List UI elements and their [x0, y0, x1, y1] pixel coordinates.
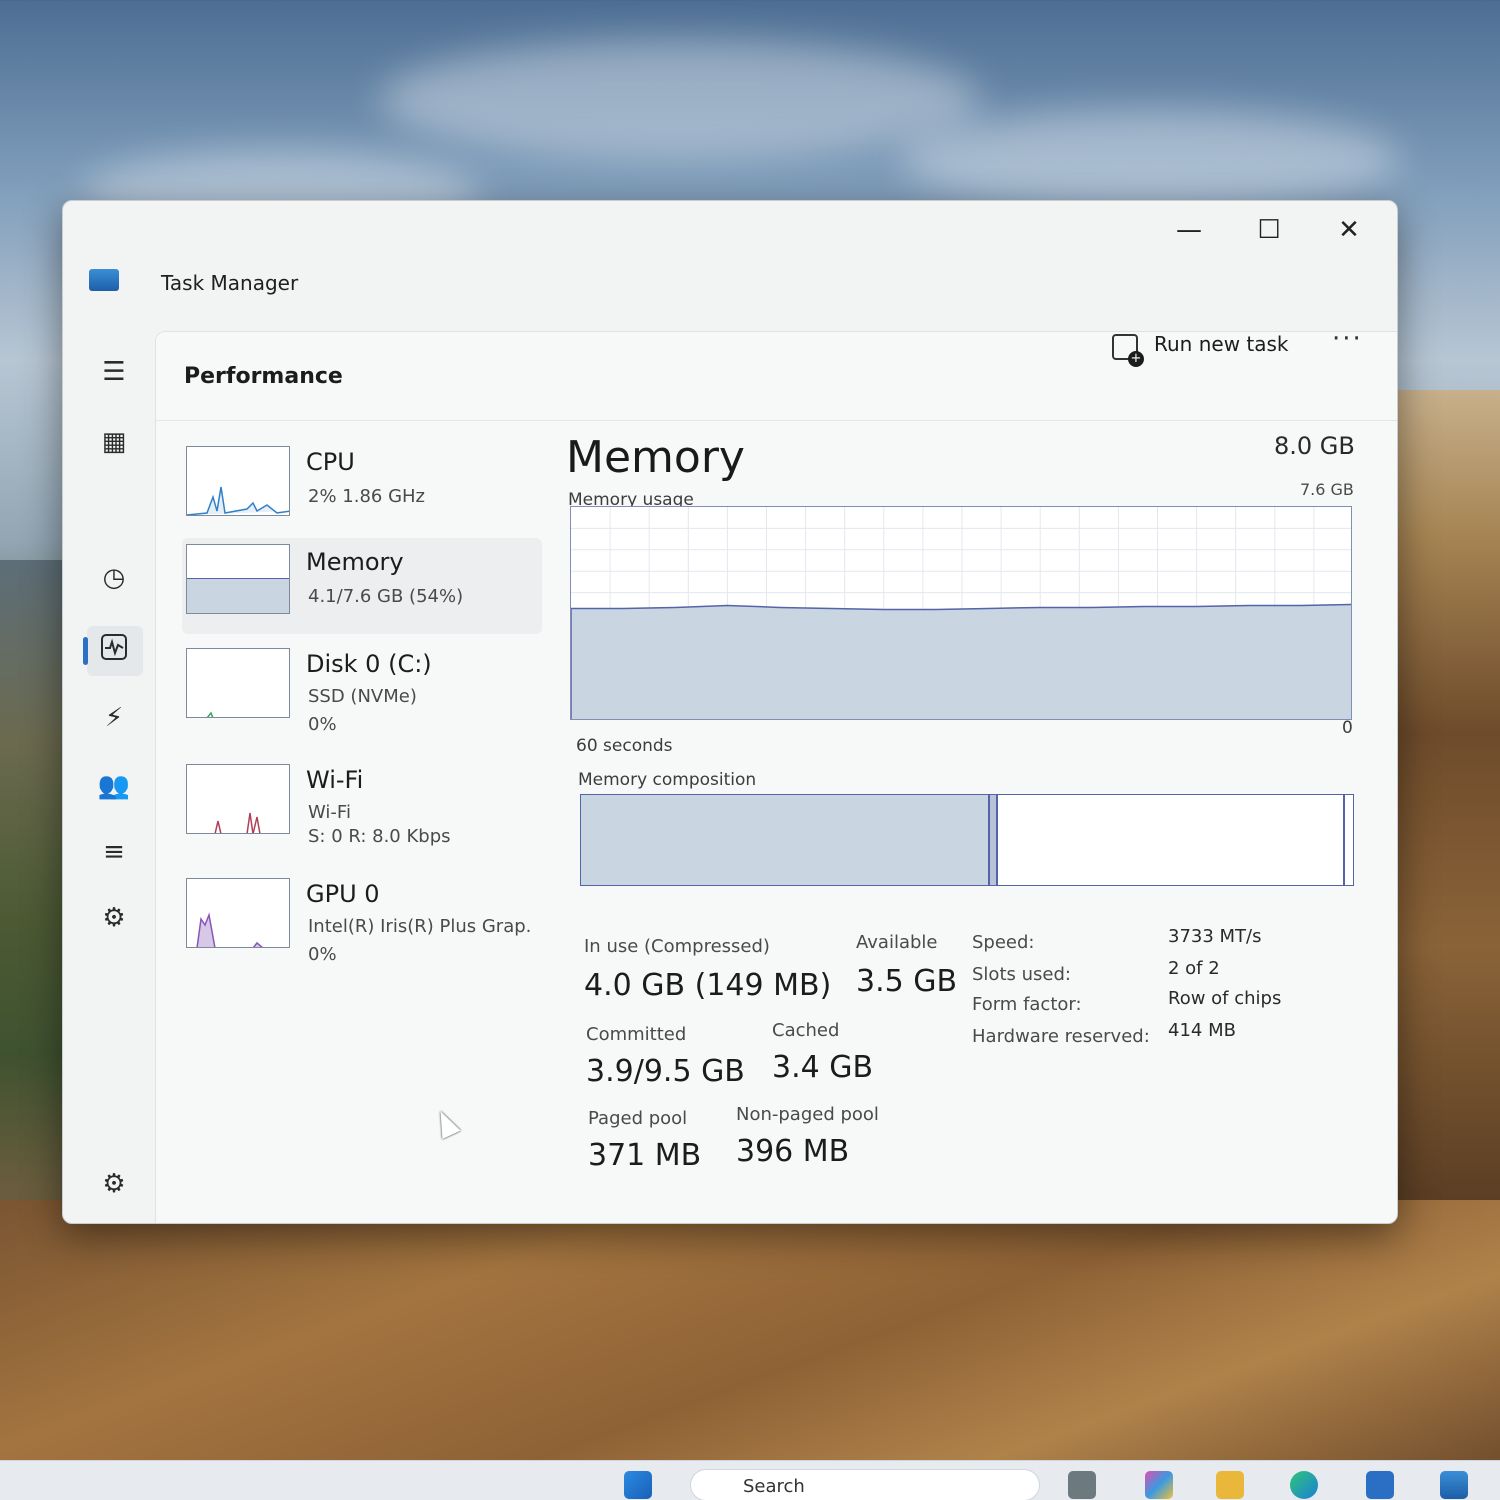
non-paged-pool-label: Non-paged pool: [736, 1104, 879, 1125]
file-explorer-icon[interactable]: [1216, 1471, 1244, 1499]
hw-reserved-value: 414 MB: [1168, 1020, 1236, 1041]
hw-slots-label: Slots used:: [972, 964, 1071, 985]
hw-slots-value: 2 of 2: [1168, 958, 1220, 979]
device-utilization: 0%: [308, 714, 337, 735]
close-button[interactable]: ✕: [1329, 215, 1369, 247]
available-value: 3.5 GB: [856, 964, 958, 999]
non-paged-pool-value: 396 MB: [736, 1134, 850, 1169]
page-title: Performance: [184, 364, 343, 389]
taskbar: Search: [0, 1460, 1500, 1500]
memory-usage-graph: [570, 506, 1352, 720]
details-icon[interactable]: ≡: [97, 835, 131, 869]
maximize-button[interactable]: ☐: [1249, 215, 1289, 247]
window-title: Task Manager: [161, 271, 299, 295]
composition-in-use: [581, 795, 991, 885]
services-icon[interactable]: ⚙: [97, 901, 131, 935]
device-name: Memory: [306, 548, 404, 576]
run-new-task-label: Run new task: [1154, 332, 1289, 356]
device-cpu[interactable]: CPU 2% 1.86 GHz: [182, 440, 542, 536]
device-throughput: S: 0 R: 8.0 Kbps: [308, 826, 451, 847]
store-icon[interactable]: [1366, 1471, 1394, 1499]
paged-pool-label: Paged pool: [588, 1108, 688, 1129]
memory-usage-max: 7.6 GB: [1300, 480, 1354, 499]
start-icon[interactable]: [624, 1471, 652, 1499]
device-name: Wi-Fi: [306, 766, 364, 794]
hw-speed-label: Speed:: [972, 932, 1035, 953]
paged-pool-value: 371 MB: [588, 1138, 702, 1173]
device-wifi[interactable]: Wi-Fi Wi-Fi S: 0 R: 8.0 Kbps: [182, 758, 542, 854]
mouse-cursor-icon: [431, 1106, 461, 1140]
device-detail: SSD (NVMe): [308, 686, 417, 707]
memory-composition-label: Memory composition: [578, 770, 757, 790]
wifi-thumbnail: [186, 764, 290, 834]
more-options-button[interactable]: ···: [1332, 324, 1363, 354]
device-name: CPU: [306, 448, 355, 476]
device-detail: Wi-Fi: [308, 802, 351, 823]
widget-icon[interactable]: [1068, 1471, 1096, 1499]
hw-speed-value: 3733 MT/s: [1168, 926, 1262, 947]
disk-thumbnail: [186, 648, 290, 718]
in-use-value: 4.0 GB (149 MB): [584, 968, 832, 1003]
memory-heading: Memory: [566, 432, 745, 483]
copilot-icon[interactable]: [1145, 1471, 1173, 1499]
device-gpu[interactable]: GPU 0 Intel(R) Iris(R) Plus Grap. 0%: [182, 872, 542, 968]
header-divider: [156, 420, 1397, 421]
processes-icon[interactable]: ▦: [97, 425, 131, 459]
run-task-icon: [1112, 334, 1144, 367]
committed-value: 3.9/9.5 GB: [586, 1054, 745, 1089]
performance-page: Performance Run new task ··· CPU 2% 1.86…: [155, 324, 1397, 1223]
nav-active-indicator: [83, 637, 88, 665]
hw-form-factor-value: Row of chips: [1168, 988, 1282, 1009]
app-history-icon[interactable]: ◷: [97, 561, 131, 595]
committed-label: Committed: [586, 1024, 687, 1045]
run-new-task-button[interactable]: Run new task: [1112, 332, 1292, 376]
nav-sidebar: ☰ ▦ ◷ ⚡ 👥 ≡ ⚙ ⚙: [79, 341, 149, 1211]
device-utilization: 0%: [308, 944, 337, 965]
composition-free: [1343, 795, 1345, 885]
composition-standby: [998, 795, 1338, 885]
gpu-thumbnail: [186, 878, 290, 948]
edge-icon[interactable]: [1290, 1471, 1318, 1499]
cached-label: Cached: [772, 1020, 840, 1041]
memory-usage-chart: [571, 507, 1351, 719]
available-label: Available: [856, 932, 938, 953]
cached-value: 3.4 GB: [772, 1050, 874, 1085]
device-name: Disk 0 (C:): [306, 650, 432, 678]
title-bar[interactable]: Task Manager — ☐ ✕: [63, 201, 1397, 319]
memory-usage-area: [571, 603, 1351, 719]
memory-composition-bar: [580, 794, 1354, 886]
settings-icon[interactable]: ⚙: [97, 1167, 131, 1201]
device-name: GPU 0: [306, 880, 380, 908]
task-manager-window: Task Manager — ☐ ✕ ☰ ▦ ◷ ⚡ 👥 ≡ ⚙ ⚙ Perfo…: [62, 200, 1398, 1224]
hw-form-factor-label: Form factor:: [972, 994, 1082, 1015]
device-detail: 4.1/7.6 GB (54%): [308, 586, 464, 607]
hw-reserved-label: Hardware reserved:: [972, 1026, 1150, 1047]
device-disk[interactable]: Disk 0 (C:) SSD (NVMe) 0%: [182, 642, 542, 738]
taskbar-search[interactable]: Search: [690, 1469, 1040, 1500]
in-use-label: In use (Compressed): [584, 936, 770, 957]
users-icon[interactable]: 👥: [97, 769, 131, 803]
task-manager-taskbar-icon[interactable]: [1440, 1471, 1468, 1499]
device-memory[interactable]: Memory 4.1/7.6 GB (54%): [182, 538, 542, 634]
graph-min-label: 0: [1342, 718, 1353, 738]
task-manager-icon: [89, 269, 119, 291]
menu-icon[interactable]: ☰: [97, 355, 131, 389]
minimize-button[interactable]: —: [1169, 215, 1209, 247]
startup-apps-icon[interactable]: ⚡: [97, 701, 131, 735]
memory-thumbnail: [186, 544, 290, 614]
memory-total: 8.0 GB: [1274, 432, 1355, 460]
device-detail: Intel(R) Iris(R) Plus Grap.: [308, 916, 532, 937]
device-detail: 2% 1.86 GHz: [308, 486, 426, 507]
cpu-thumbnail: [186, 446, 290, 516]
time-span-label: 60 seconds: [576, 736, 673, 756]
